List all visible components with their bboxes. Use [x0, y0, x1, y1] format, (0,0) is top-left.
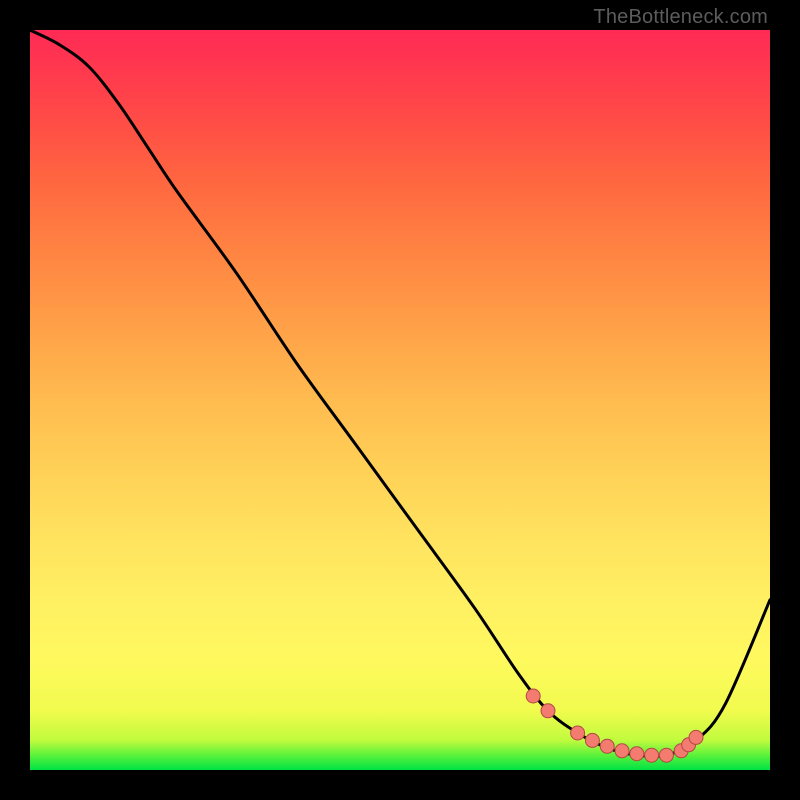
chart-frame: TheBottleneck.com	[0, 0, 800, 800]
highlight-dot	[571, 726, 585, 740]
highlight-dot	[615, 744, 629, 758]
highlight-dots	[526, 689, 703, 762]
highlight-dot	[585, 733, 599, 747]
highlight-dot	[659, 748, 673, 762]
highlight-dot	[630, 747, 644, 761]
curve-svg	[30, 30, 770, 770]
plot-area	[30, 30, 770, 770]
highlight-dot	[526, 689, 540, 703]
highlight-dot	[689, 730, 703, 744]
highlight-dot	[541, 704, 555, 718]
bottleneck-curve	[30, 30, 770, 757]
highlight-dot	[600, 739, 614, 753]
highlight-dot	[645, 748, 659, 762]
watermark-text: TheBottleneck.com	[593, 6, 768, 29]
